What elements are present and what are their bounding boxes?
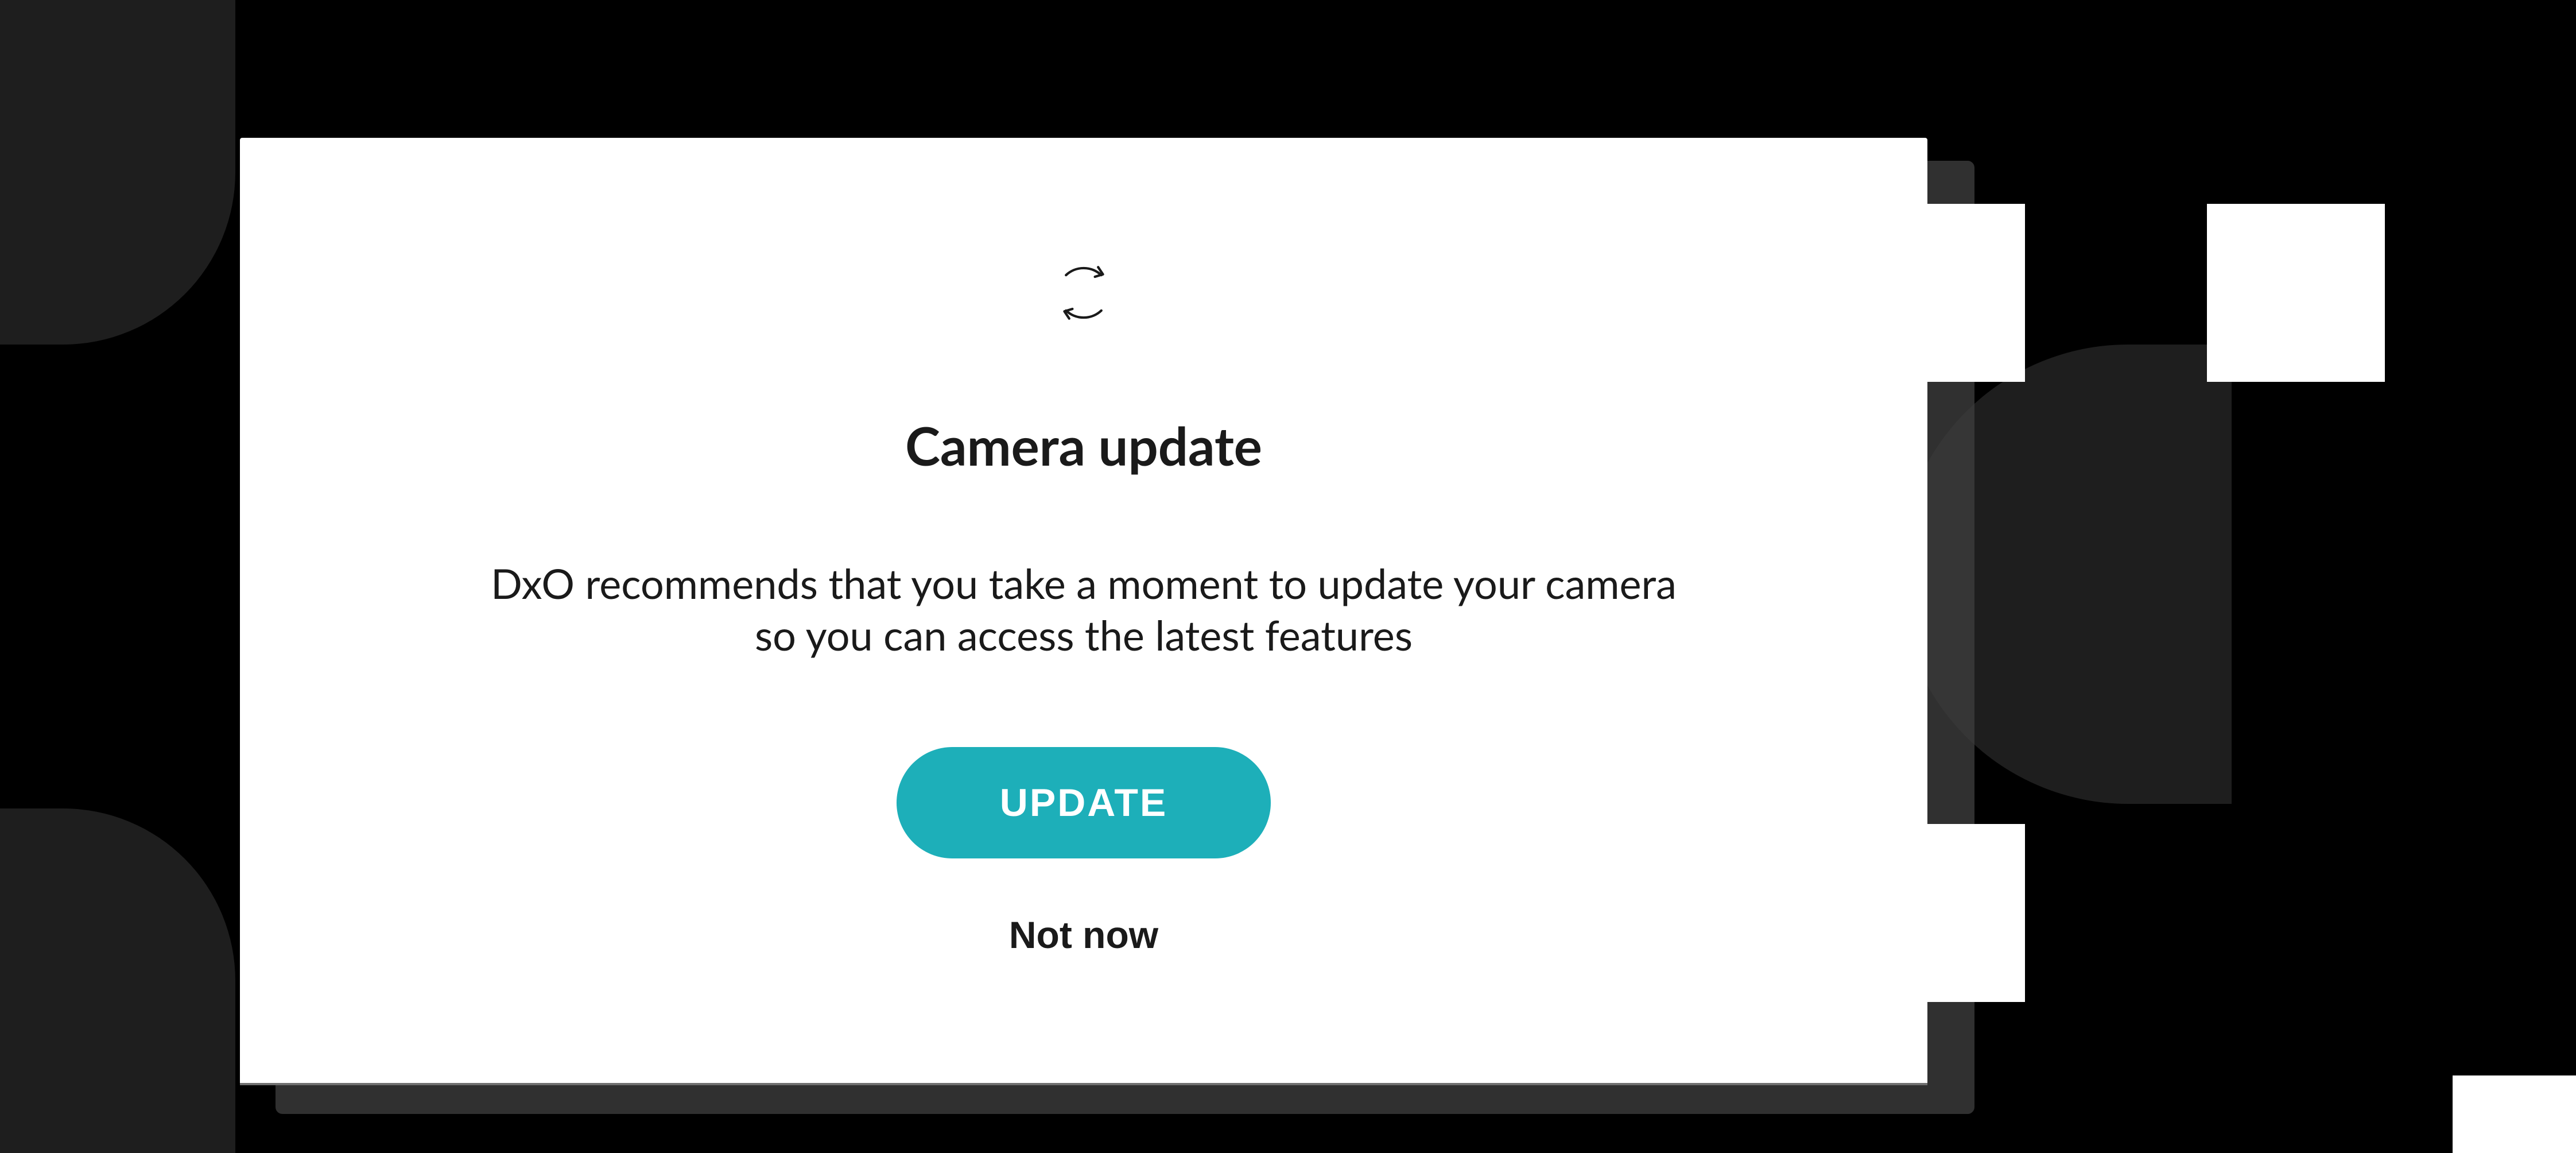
background-shape (0, 0, 235, 345)
modal-divider (240, 1083, 1927, 1085)
thumbnail-tile[interactable] (1847, 824, 2025, 1002)
update-modal: Camera update DxO recommends that you ta… (240, 138, 1927, 1085)
thumbnail-tile[interactable] (2453, 1075, 2576, 1153)
thumbnail-tile[interactable] (1847, 204, 2025, 382)
modal-title: Camera update (905, 413, 1262, 477)
not-now-button[interactable]: Not now (1009, 913, 1158, 957)
modal-description: DxO recommends that you take a moment to… (491, 558, 1677, 661)
update-button[interactable]: UPDATE (897, 747, 1271, 858)
thumbnail-tile[interactable] (2207, 204, 2385, 382)
description-line-2: so you can access the latest features (755, 610, 1413, 660)
refresh-icon (1043, 253, 1124, 333)
background-shape (0, 808, 235, 1153)
description-line-1: DxO recommends that you take a moment to… (491, 559, 1677, 608)
